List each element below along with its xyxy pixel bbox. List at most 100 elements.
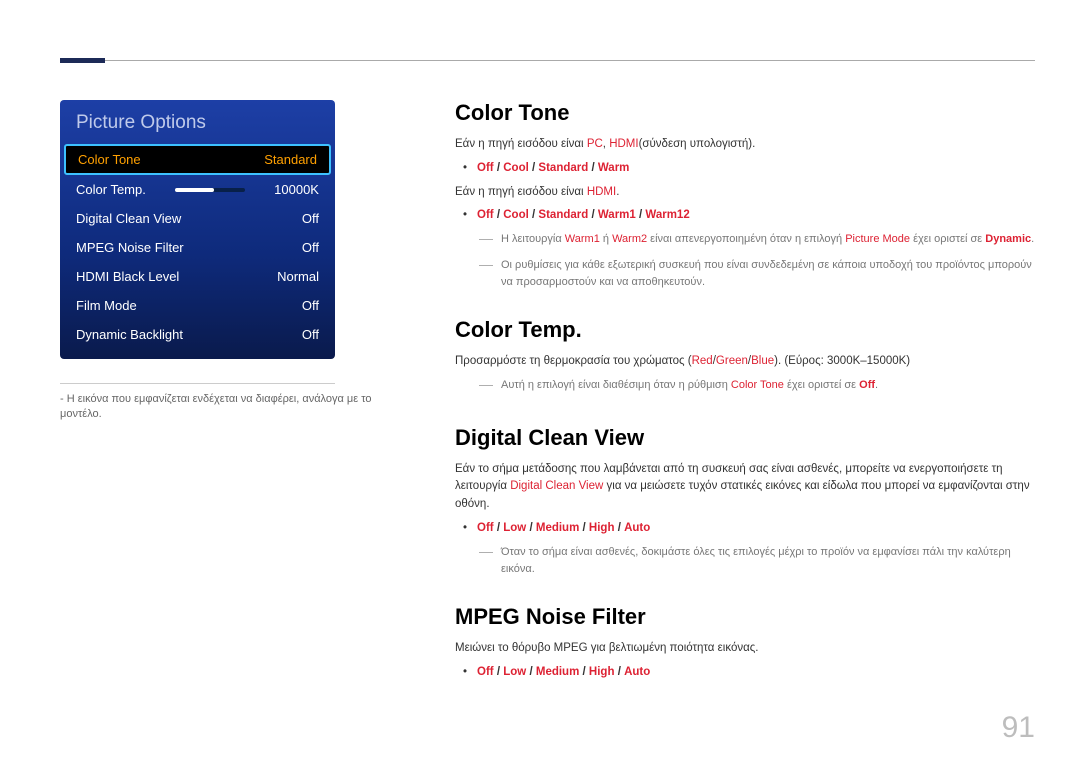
menu-item-label: Dynamic Backlight — [76, 327, 183, 342]
kw: Red — [692, 355, 713, 367]
kw: Dynamic — [985, 233, 1031, 245]
note-body: Οι ρυθμίσεις για κάθε εξωτερική συσκευή … — [501, 257, 1035, 291]
menu-item-value: Standard — [264, 152, 317, 167]
text: Η λειτουργία — [501, 233, 565, 245]
menu-caption-rule — [60, 383, 335, 384]
dcv-p1: Εάν το σήμα μετάδοσης που λαμβάνεται από… — [455, 461, 1035, 514]
menu-item-label: Film Mode — [76, 298, 137, 313]
color-tone-note1: ― Η λειτουργία Warm1 ή Warm2 είναι απενε… — [479, 231, 1035, 253]
color-tone-opts1: • Off / Cool / Standard / Warm — [463, 160, 1035, 178]
opt: Off — [477, 209, 494, 221]
opt: Auto — [624, 666, 650, 678]
opt: Auto — [624, 522, 650, 534]
note-body: Η λειτουργία Warm1 ή Warm2 είναι απενεργ… — [501, 231, 1035, 253]
menu-caption-prefix: - — [60, 393, 64, 405]
menu-item-value: Off — [302, 298, 319, 313]
text: (σύνδεση υπολογιστή). — [639, 138, 756, 150]
mpeg-p1: Μειώνει το θόρυβο MPEG για βελτιωμένη πο… — [455, 640, 1035, 658]
bullet-icon: • — [463, 207, 467, 225]
kw: Blue — [751, 355, 774, 367]
opt: Medium — [536, 522, 579, 534]
dcv-opts: • Off / Low / Medium / High / Auto — [463, 520, 1035, 538]
text: Προσαρμόστε τη θερμοκρασία του χρώματος … — [455, 355, 692, 367]
menu-item-hdmi-black-level[interactable]: HDMI Black Level Normal — [60, 262, 335, 291]
color-temp-note1: ― Αυτή η επιλογή είναι διαθέσιμη όταν η … — [479, 377, 1035, 399]
menu-item-value: 10000K — [274, 182, 319, 197]
bullet-icon: • — [463, 160, 467, 178]
dcv-note1: ― Όταν το σήμα είναι ασθενές, δοκιμάστε … — [479, 544, 1035, 578]
menu-item-color-temp[interactable]: Color Temp. 10000K — [60, 175, 335, 204]
opt: High — [589, 522, 615, 534]
opt: Standard — [538, 162, 588, 174]
menu-item-slider — [175, 188, 245, 192]
text: έχει οριστεί σε — [910, 233, 985, 245]
note-icon: ― — [479, 374, 493, 396]
text: Εάν η πηγή εισόδου είναι — [455, 138, 587, 150]
mpeg-opts: • Off / Low / Medium / High / Auto — [463, 664, 1035, 682]
menu-item-dynamic-backlight[interactable]: Dynamic Backlight Off — [60, 320, 335, 349]
text: . — [616, 186, 619, 198]
opt: Off — [477, 522, 494, 534]
opts-text: Off / Cool / Standard / Warm — [477, 160, 629, 178]
page-top-mark — [60, 58, 105, 63]
kw: Warm2 — [612, 233, 647, 245]
left-column: Picture Options Color Tone Standard Colo… — [60, 100, 415, 723]
menu-item-mpeg-noise-filter[interactable]: MPEG Noise Filter Off — [60, 233, 335, 262]
kw: Off — [859, 379, 875, 391]
opts-text: Off / Cool / Standard / Warm1 / Warm12 — [477, 207, 690, 225]
menu-item-film-mode[interactable]: Film Mode Off — [60, 291, 335, 320]
menu-caption-text: Η εικόνα που εμφανίζεται ενδέχεται να δι… — [60, 393, 372, 420]
menu-item-label: MPEG Noise Filter — [76, 240, 184, 255]
kw-hdmi: HDMI — [587, 186, 616, 198]
color-tone-p2: Εάν η πηγή εισόδου είναι HDMI. — [455, 184, 1035, 202]
text: Εάν η πηγή εισόδου είναι — [455, 186, 587, 198]
menu-item-digital-clean-view[interactable]: Digital Clean View Off — [60, 204, 335, 233]
note-body: Αυτή η επιλογή είναι διαθέσιμη όταν η ρύ… — [501, 377, 1035, 399]
color-tone-p1: Εάν η πηγή εισόδου είναι PC, HDMI(σύνδεσ… — [455, 136, 1035, 154]
note-body: Όταν το σήμα είναι ασθενές, δοκιμάστε όλ… — [501, 544, 1035, 578]
kw: Digital Clean View — [510, 480, 603, 492]
text: Αυτή η επιλογή είναι διαθέσιμη όταν η ρύ… — [501, 379, 731, 391]
note-icon: ― — [479, 541, 493, 575]
section-title-color-temp: Color Temp. — [455, 317, 1035, 343]
text: έχει οριστεί σε — [784, 379, 859, 391]
text: . — [875, 379, 878, 391]
kw: Picture Mode — [845, 233, 910, 245]
section-title-mpeg: MPEG Noise Filter — [455, 604, 1035, 630]
opt: Low — [503, 666, 526, 678]
opt: Off — [477, 666, 494, 678]
color-tone-opts2: • Off / Cool / Standard / Warm1 / Warm12 — [463, 207, 1035, 225]
opt: Low — [503, 522, 526, 534]
menu-item-value: Off — [302, 240, 319, 255]
menu-item-label: Color Tone — [78, 152, 141, 167]
opts-text: Off / Low / Medium / High / Auto — [477, 520, 650, 538]
text: είναι απενεργοποιημένη όταν η επιλογή — [647, 233, 845, 245]
menu-panel: Picture Options Color Tone Standard Colo… — [60, 100, 335, 359]
section-title-dcv: Digital Clean View — [455, 425, 1035, 451]
page-number: 91 — [1002, 711, 1035, 745]
menu-item-slider-fill — [175, 188, 214, 192]
menu-item-value: Off — [302, 211, 319, 226]
kw: Color Tone — [731, 379, 784, 391]
opt: Medium — [536, 666, 579, 678]
note-icon: ― — [479, 228, 493, 250]
page-top-rule — [60, 60, 1035, 61]
opt: High — [589, 666, 615, 678]
color-tone-note2: ― Οι ρυθμίσεις για κάθε εξωτερική συσκευ… — [479, 257, 1035, 291]
opt: Warm — [598, 162, 630, 174]
kw-hdmi: HDMI — [609, 138, 638, 150]
menu-item-label: Digital Clean View — [76, 211, 181, 226]
opts-text: Off / Low / Medium / High / Auto — [477, 664, 650, 682]
note-icon: ― — [479, 254, 493, 288]
opt: Cool — [503, 162, 529, 174]
menu-item-value: Off — [302, 327, 319, 342]
menu-item-label: HDMI Black Level — [76, 269, 179, 284]
kw: Green — [716, 355, 748, 367]
menu-item-label: Color Temp. — [76, 182, 146, 197]
opt: Standard — [538, 209, 588, 221]
menu-item-value: Normal — [277, 269, 319, 284]
opt: Off — [477, 162, 494, 174]
menu-title: Picture Options — [60, 100, 335, 144]
text: . — [1031, 233, 1034, 245]
menu-item-color-tone[interactable]: Color Tone Standard — [64, 144, 331, 175]
